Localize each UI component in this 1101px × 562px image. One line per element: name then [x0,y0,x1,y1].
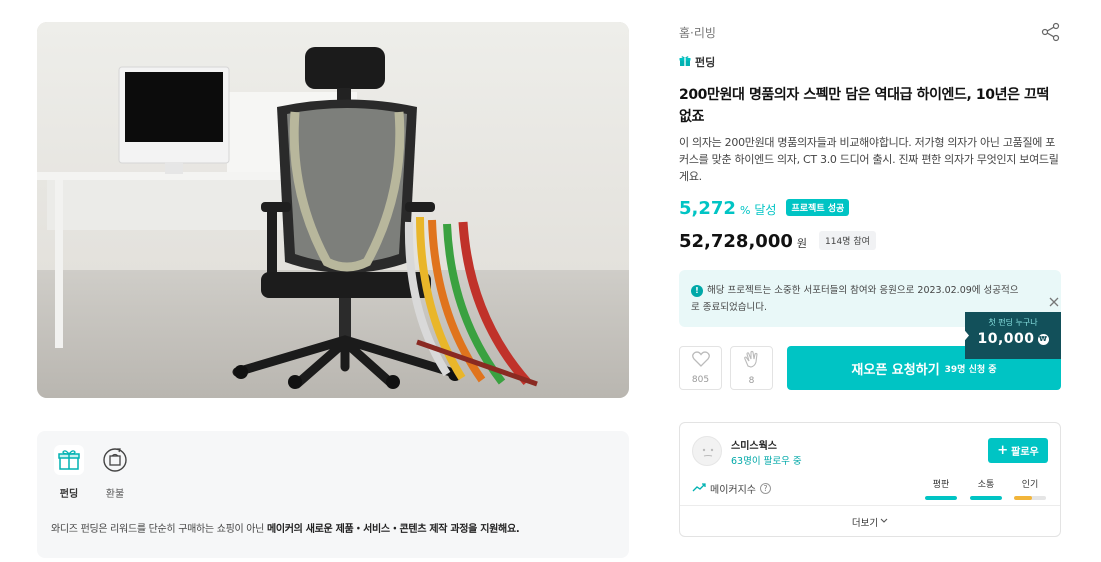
plus-icon: + [997,443,1009,458]
tab-refund[interactable]: 환불 [97,445,133,500]
first-funding-promo[interactable]: 첫 펀딩 누구나 10,000 ₩ [965,312,1061,359]
trend-up-icon [692,482,706,495]
promo-label: 첫 펀딩 누구나 [988,318,1038,327]
supporters-badge: 114명 참여 [819,231,876,250]
chevron-down-icon [880,516,888,527]
policy-description: 와디즈 펀딩은 리워드를 단순히 구매하는 쇼핑이 아닌 메이커의 새로운 제품… [51,520,615,535]
metric-fill [970,496,1002,500]
funding-tag-label: 펀딩 [695,56,716,69]
achievement-rate: 5,272 [679,198,736,219]
maker-followers: 63명이 팔로우 중 [731,456,802,467]
metric-bar [1014,496,1046,500]
metric-fill [1014,496,1032,500]
notice-text: 해당 프로젝트는 소중한 서포터들의 참여와 응원으로 2023.02.09에 … [691,285,1019,313]
cheer-count: 8 [748,376,755,386]
heart-icon [691,351,710,371]
maker-name[interactable]: 스미스웍스 [731,437,777,452]
metric-label: 평판 [932,480,950,490]
metric-popularity: 인기 [1014,477,1046,500]
metric-communication: 소통 [970,477,1002,500]
promo-value: 10,000 [977,331,1035,347]
like-button[interactable]: 805 [679,346,722,390]
metric-label: 소통 [977,480,995,490]
achievement-row: 5,272 % 달성 프로젝트 성공 [679,198,850,219]
close-icon[interactable] [1048,293,1060,307]
product-image [37,22,629,398]
reopen-request-label: 재오픈 요청하기 [851,362,940,378]
follow-button[interactable]: + 팔로우 [988,438,1048,463]
policy-desc-text: 와디즈 펀딩은 리워드를 단순히 구매하는 쇼핑이 아닌 [51,524,267,535]
achievement-unit: % [739,204,751,217]
achievement-label: 달성 [754,203,777,217]
policy-tabs: 펀딩 환불 [51,445,615,500]
tab-funding-label: 펀딩 [59,489,79,500]
maker-card: 스미스웍스 63명이 팔로우 중 + 팔로우 메이커지수 ? 평판 소통 인기 … [679,422,1061,537]
avatar[interactable] [692,436,722,466]
breadcrumb[interactable]: 홈·리빙 [679,24,716,41]
metric-fill [925,496,957,500]
info-icon: ! [691,284,703,297]
status-badge: 프로젝트 성공 [786,199,850,216]
maker-index: 메이커지수 ? [692,481,771,496]
refund-icon [100,445,130,475]
more-label: 더보기 [851,517,879,529]
project-description: 이 의자는 200만원대 명품의자들과 비교해야합니다. 저가형 의자가 아닌 … [679,136,1059,183]
metric-bar [925,496,957,500]
funded-amount: 52,728,000 [679,231,793,252]
amount-unit: 원 [796,237,807,250]
funding-tag: 펀딩 [679,54,715,70]
metric-reputation: 평판 [925,477,957,500]
reopen-request-count: 39명 신청 중 [944,364,997,375]
share-icon[interactable] [1041,22,1061,42]
question-icon[interactable]: ? [760,483,771,494]
gift-icon [679,55,691,70]
page-title: 200만원대 명품의자 스펙만 담은 역대급 하이엔드, 10년은 끄떡없죠 [679,87,1049,125]
metric-bar [970,496,1002,500]
maker-index-label: 메이커지수 [710,485,756,496]
clap-icon [743,350,761,372]
gift-icon [54,445,84,475]
cheer-button[interactable]: 8 [730,346,773,390]
follow-label: 팔로우 [1011,447,1039,458]
tab-refund-label: 환불 [105,489,125,500]
more-button[interactable]: 더보기 [680,506,1060,537]
policy-info-card: 펀딩 환불 와디즈 펀딩은 리워드를 단순히 구매하는 쇼핑이 아닌 메이커의 … [37,431,629,558]
metric-label: 인기 [1021,480,1039,490]
amount-row: 52,728,000 원 114명 참여 [679,231,876,253]
like-count: 805 [691,375,710,385]
won-icon: ₩ [1037,334,1049,345]
tab-funding[interactable]: 펀딩 [51,445,87,500]
policy-desc-bold: 메이커의 새로운 제품・서비스・콘텐츠 제작 과정을 지원해요. [266,524,520,535]
